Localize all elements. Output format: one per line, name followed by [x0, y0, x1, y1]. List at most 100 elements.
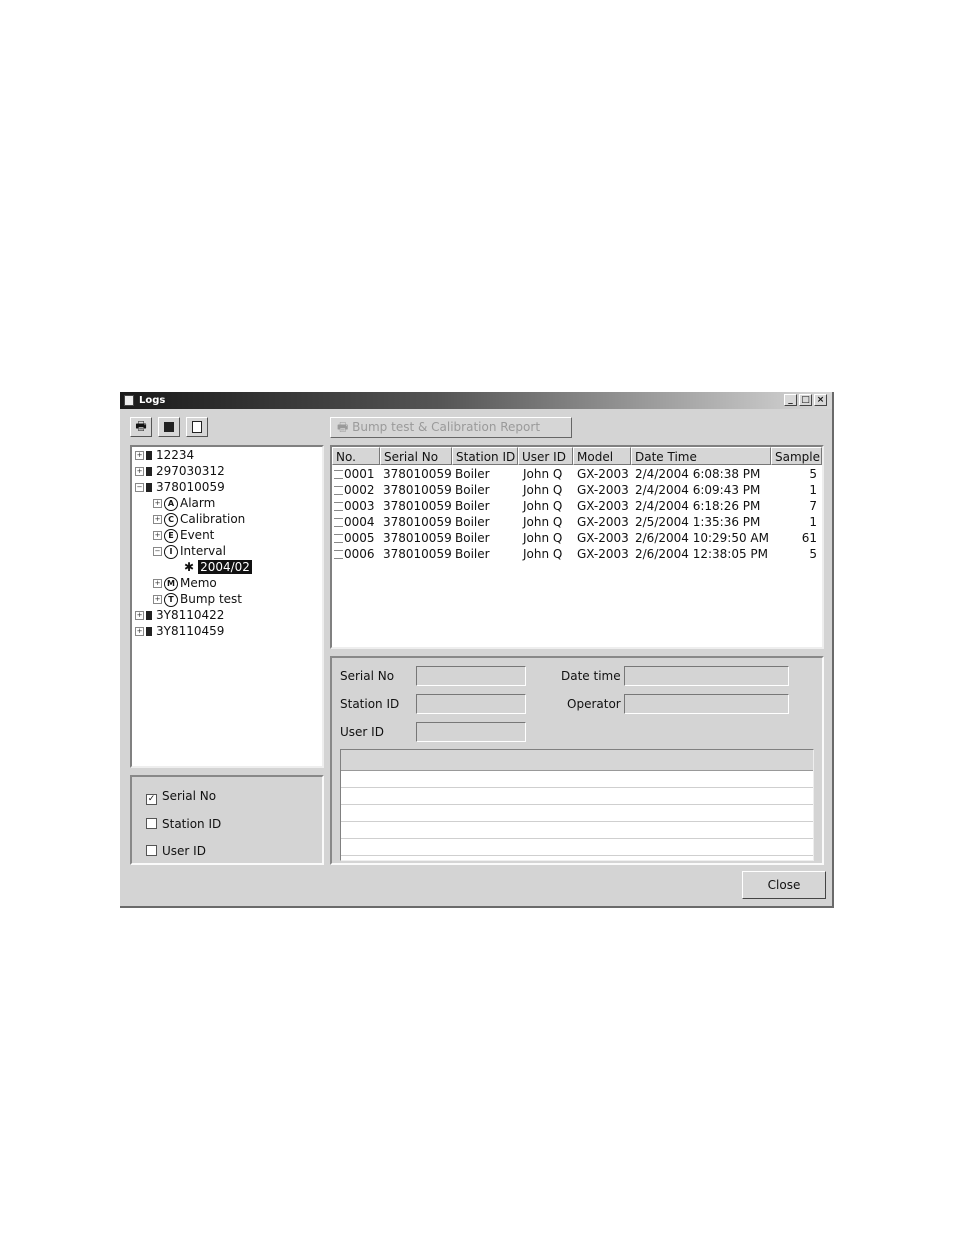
memo-icon: M: [164, 576, 178, 591]
device-icon: [146, 451, 152, 460]
cell-sample: 5: [809, 547, 817, 561]
log-record-icon: [334, 486, 343, 495]
save-button[interactable]: [158, 417, 180, 437]
tree-item-device[interactable]: +3Y8110422: [135, 607, 224, 623]
user-id-checkbox[interactable]: User ID: [146, 844, 206, 858]
column-header-model[interactable]: Model: [573, 447, 631, 465]
column-header-no[interactable]: No.: [332, 447, 380, 465]
tree-item-device[interactable]: +3Y8110459: [135, 623, 224, 639]
minimize-button[interactable]: _: [784, 394, 797, 406]
tree-item-event[interactable]: + E Event: [153, 527, 214, 543]
serial-no-label: Serial No: [340, 669, 395, 683]
tree-item-memo[interactable]: + M Memo: [153, 575, 217, 591]
table-row[interactable]: 0004 378010059 Boiler John Q GX-2003 2/5/2004…: [332, 514, 822, 530]
device-icon: [146, 467, 152, 476]
expand-icon[interactable]: +: [135, 467, 144, 476]
tree-item-alarm[interactable]: + A Alarm: [153, 495, 215, 511]
log-record-icon: [334, 550, 343, 559]
collapse-icon[interactable]: −: [135, 483, 144, 492]
expand-icon[interactable]: +: [153, 579, 162, 588]
operator-label: Operator: [567, 697, 621, 711]
tree-item-interval-month[interactable]: ✱ 2004/02: [184, 559, 252, 575]
cell-serial-no: 378010059: [383, 483, 452, 497]
table-row[interactable]: 0002 378010059 Boiler John Q GX-2003 2/4/2004…: [332, 482, 822, 498]
table-row[interactable]: 0003 378010059 Boiler John Q GX-2003 2/4/2004…: [332, 498, 822, 514]
app-icon: [124, 395, 134, 406]
grid-line: [341, 855, 813, 856]
tree-item-calibration[interactable]: + C Calibration: [153, 511, 245, 527]
cell-no: 0002: [334, 482, 375, 498]
close-window-button[interactable]: ×: [814, 394, 827, 406]
cell-sample: 5: [809, 467, 817, 481]
detail-grid[interactable]: [340, 749, 814, 861]
cell-serial-no: 378010059: [383, 531, 452, 545]
column-header-sample[interactable]: Sample: [771, 447, 822, 465]
grid-line: [341, 838, 813, 839]
bump-calibration-report-button[interactable]: 🖶 Bump test & Calibration Report: [330, 417, 572, 438]
cell-serial-no: 378010059: [383, 515, 452, 529]
cell-model: GX-2003: [577, 483, 629, 497]
cell-sample: 1: [809, 483, 817, 497]
column-header-user-id[interactable]: User ID: [518, 447, 573, 465]
grid-line: [341, 787, 813, 788]
expand-icon[interactable]: +: [135, 451, 144, 460]
cell-station-id: Boiler: [455, 499, 490, 513]
log-record-icon: [334, 534, 343, 543]
expand-icon[interactable]: +: [153, 531, 162, 540]
table-row[interactable]: 0001 378010059 Boiler John Q GX-2003 2/4/2004…: [332, 466, 822, 482]
tree-item-device[interactable]: +297030312: [135, 463, 225, 479]
checkbox-icon: [146, 845, 157, 856]
column-header-station-id[interactable]: Station ID: [452, 447, 518, 465]
cell-no: 0004: [334, 514, 375, 530]
log-icon: ✱: [184, 560, 195, 574]
serial-no-checkbox[interactable]: ✓ Serial No: [146, 789, 216, 805]
serial-no-field: [416, 666, 526, 686]
expand-icon[interactable]: +: [153, 499, 162, 508]
log-record-icon: [334, 470, 343, 479]
table-row[interactable]: 0005 378010059 Boiler John Q GX-2003 2/6/2004…: [332, 530, 822, 546]
log-record-icon: [334, 518, 343, 527]
detail-grid-header: [341, 750, 813, 771]
expand-icon[interactable]: +: [135, 627, 144, 636]
tree-item-bump-test[interactable]: + T Bump test: [153, 591, 242, 607]
collapse-icon[interactable]: −: [153, 547, 162, 556]
clipboard-icon: [192, 420, 202, 433]
cell-date-time: 2/5/2004 1:35:36 PM: [635, 515, 761, 529]
device-tree[interactable]: +12234 +297030312 −378010059 + A Alarm + C C…: [130, 445, 324, 768]
tree-item-device[interactable]: +12234: [135, 447, 194, 463]
column-header-date-time[interactable]: Date Time: [631, 447, 771, 465]
cell-user-id: John Q: [523, 467, 563, 481]
cell-station-id: Boiler: [455, 467, 490, 481]
cell-user-id: John Q: [523, 515, 563, 529]
station-id-checkbox[interactable]: Station ID: [146, 817, 221, 831]
expand-icon[interactable]: +: [153, 515, 162, 524]
cell-no: 0005: [334, 530, 375, 546]
cell-sample: 7: [809, 499, 817, 513]
title-bar[interactable]: Logs _ □ ×: [120, 392, 832, 409]
event-icon: E: [164, 528, 178, 543]
column-header-serial-no[interactable]: Serial No: [380, 447, 452, 465]
cell-no: 0006: [334, 546, 375, 562]
close-button[interactable]: Close: [742, 871, 826, 899]
cell-date-time: 2/4/2004 6:08:38 PM: [635, 467, 761, 481]
device-icon: [146, 483, 152, 492]
log-list[interactable]: No. Serial No Station ID User ID Model D…: [330, 445, 824, 649]
print-button[interactable]: 🖶: [130, 417, 152, 437]
maximize-button[interactable]: □: [799, 394, 812, 406]
logs-window: Logs _ □ × 🖶 🖶 Bump test & Calibration R…: [120, 392, 834, 908]
tree-item-interval[interactable]: − I Interval: [153, 543, 226, 559]
clipboard-button[interactable]: [186, 417, 208, 437]
printer-icon: 🖶: [135, 419, 147, 433]
expand-icon[interactable]: +: [153, 595, 162, 604]
cell-station-id: Boiler: [455, 547, 490, 561]
checkbox-checked-icon: ✓: [146, 794, 157, 805]
expand-icon[interactable]: +: [135, 611, 144, 620]
station-id-label: Station ID: [340, 697, 400, 711]
cell-date-time: 2/6/2004 12:38:05 PM: [635, 547, 769, 561]
device-icon: [146, 611, 152, 620]
cell-date-time: 2/6/2004 10:29:50 AM: [635, 531, 769, 545]
table-row[interactable]: 0006 378010059 Boiler John Q GX-2003 2/6/2004…: [332, 546, 822, 562]
grid-line: [341, 804, 813, 805]
tree-item-device[interactable]: −378010059: [135, 479, 225, 495]
log-record-icon: [334, 502, 343, 511]
